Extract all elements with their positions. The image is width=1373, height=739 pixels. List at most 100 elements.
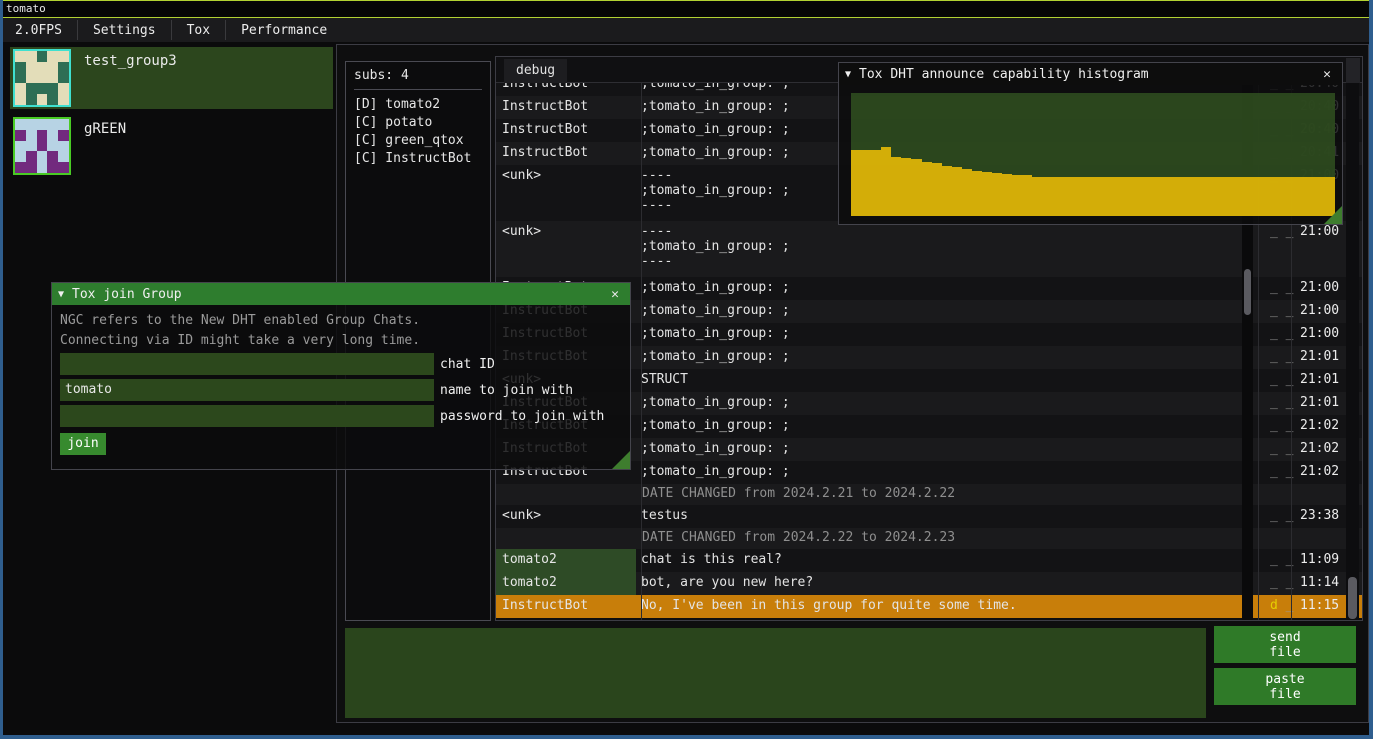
collapse-icon[interactable]: ▼ — [845, 69, 851, 80]
join-field-row: tomatoname to join with — [60, 379, 573, 401]
chat-message-row: tomato2bot, are you new here?_ _11:14 — [496, 572, 1362, 595]
members-separator — [354, 89, 482, 90]
messages-scrollbar-handle[interactable] — [1244, 269, 1251, 315]
menu-bar: 2.0FPS SettingsToxPerformance — [0, 18, 1373, 42]
message-text: testus — [636, 505, 1264, 528]
chat-message-row: tomato2chat is this real?_ _11:09 — [496, 549, 1362, 572]
tab-debug[interactable]: debug — [504, 59, 567, 83]
join-input-name-to-join-with[interactable]: tomato — [60, 379, 434, 401]
histogram-bar — [1204, 177, 1214, 216]
avatar-pixel — [58, 141, 69, 152]
status-flag: _ — [1278, 303, 1294, 318]
message-timestamp: 21:02 — [1296, 415, 1350, 438]
avatar-pixel — [58, 83, 69, 94]
menu-item-settings[interactable]: Settings — [78, 18, 171, 42]
menu-item-performance[interactable]: Performance — [226, 18, 342, 42]
message-text: No, I've been in this group for quite so… — [636, 595, 1264, 618]
avatar-pixel — [15, 141, 26, 152]
menu-item-tox[interactable]: Tox — [172, 18, 225, 42]
paste-file-button[interactable]: pastefile — [1214, 668, 1356, 705]
histogram-bar — [962, 169, 972, 216]
sidebar-group-gREEN[interactable]: gREEN — [10, 115, 333, 177]
chat-message-row: <unk>testus_ _23:38 — [496, 505, 1362, 528]
chat-scrollbar[interactable] — [1346, 83, 1359, 621]
avatar-pixel — [58, 51, 69, 62]
sender-name: InstructBot — [496, 83, 636, 96]
date-changed-row: DATE CHANGED from 2024.2.22 to 2024.2.23 — [496, 528, 1362, 549]
join-group-titlebar[interactable]: ▼ Tox join Group ✕ — [52, 283, 630, 305]
avatar-pixel — [58, 62, 69, 73]
avatar-pixel — [58, 94, 69, 105]
close-icon[interactable]: ✕ — [1318, 65, 1336, 83]
avatar-pixel — [37, 83, 48, 94]
member-InstructBot[interactable]: [C] InstructBot — [346, 150, 490, 168]
join-input-password-to-join-with[interactable] — [60, 405, 434, 427]
message-status-flags: _ _ — [1264, 300, 1296, 323]
right-scrollbar-top — [1346, 58, 1360, 83]
histogram-bar — [881, 147, 891, 216]
histogram-bar — [1073, 177, 1083, 216]
member-green_qtox[interactable]: [C] green_qtox — [346, 132, 490, 150]
avatar-pixel — [37, 119, 48, 130]
status-flag: _ — [1278, 349, 1294, 364]
sender-name: InstructBot — [496, 119, 636, 142]
send-file-button[interactable]: sendfile — [1214, 626, 1356, 663]
status-flag: _ — [1278, 326, 1294, 341]
histogram-bar — [861, 150, 871, 216]
chat-scrollbar-handle[interactable] — [1348, 577, 1357, 619]
histogram-bar — [1022, 175, 1032, 216]
histogram-bar — [992, 173, 1002, 216]
avatar-pixel — [26, 130, 37, 141]
sender-name: InstructBot — [496, 595, 636, 618]
avatar-pixel — [15, 130, 26, 141]
join-group-window: ▼ Tox join Group ✕ NGC refers to the New… — [51, 282, 631, 470]
resize-grip[interactable] — [612, 451, 630, 469]
group-avatar — [13, 49, 71, 107]
status-flag: _ — [1270, 552, 1278, 567]
status-flag: _ — [1278, 552, 1294, 567]
histogram-bar — [942, 166, 952, 216]
avatar-pixel — [26, 62, 37, 73]
histogram-bar — [982, 172, 992, 216]
join-field-label: chat ID — [434, 357, 495, 372]
status-flag: _ — [1270, 349, 1278, 364]
message-status-flags: _ _ — [1264, 415, 1296, 438]
avatar-pixel — [26, 94, 37, 105]
status-flag: _ — [1270, 575, 1278, 590]
avatar-pixel — [37, 141, 48, 152]
avatar-pixel — [47, 73, 58, 84]
histogram-bar — [1002, 174, 1012, 216]
histogram-bar — [952, 167, 962, 216]
sidebar-group-test_group3[interactable]: test_group3 — [10, 47, 333, 109]
histogram-bar — [1284, 177, 1294, 216]
group-name: gREEN — [84, 121, 126, 137]
histogram-bar — [1032, 177, 1042, 216]
histogram-bar — [1214, 177, 1224, 216]
group-name: test_group3 — [84, 53, 177, 69]
message-timestamp: 23:38 — [1296, 505, 1350, 528]
avatar-pixel — [15, 73, 26, 84]
member-potato[interactable]: [C] potato — [346, 114, 490, 132]
status-flag: _ — [1278, 224, 1294, 239]
member-tomato2[interactable]: [D] tomato2 — [346, 96, 490, 114]
avatar-pixel — [47, 151, 58, 162]
date-changed-row: DATE CHANGED from 2024.2.21 to 2024.2.22 — [496, 484, 1362, 505]
message-input[interactable] — [345, 628, 1206, 718]
status-flag: _ — [1270, 464, 1278, 479]
status-flag: _ — [1278, 395, 1294, 410]
fps-counter: 2.0FPS — [0, 18, 77, 42]
message-text: ;tomato_in_group: ; — [636, 461, 1264, 484]
join-button[interactable]: join — [60, 433, 106, 455]
close-icon[interactable]: ✕ — [606, 285, 624, 303]
histogram-titlebar[interactable]: ▼ Tox DHT announce capability histogram … — [839, 63, 1342, 85]
resize-grip[interactable] — [1324, 206, 1342, 224]
join-input-chat-ID[interactable] — [60, 353, 434, 375]
avatar-pixel — [47, 130, 58, 141]
app-title: tomato — [6, 2, 46, 15]
collapse-icon[interactable]: ▼ — [58, 289, 64, 300]
member-list: [D] tomato2[C] potato[C] green_qtox[C] I… — [346, 96, 490, 168]
avatar-pixel — [58, 151, 69, 162]
chat-message-row: <unk>---- ;tomato_in_group: ; ----_ _21:… — [496, 221, 1362, 277]
histogram-bar — [1244, 177, 1254, 216]
histogram-bar — [1012, 175, 1022, 216]
